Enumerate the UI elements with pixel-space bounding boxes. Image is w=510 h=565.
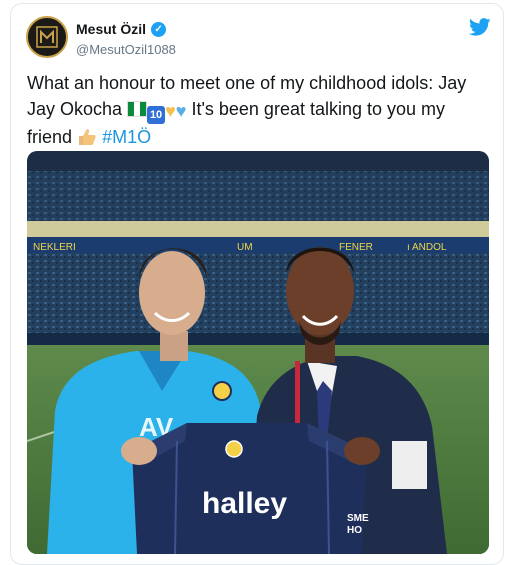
m10-logo-icon [36, 26, 58, 48]
tweet-photo[interactable]: NEKLERI UM FENER ı ANDOL AV halley SME H… [27, 151, 489, 554]
verified-badge-icon: ✓ [151, 21, 167, 37]
avatar[interactable] [26, 16, 68, 58]
keycap-10-icon: 10 [147, 106, 166, 124]
author-name[interactable]: Mesut Özil [76, 21, 146, 37]
stadium-sign-3: FENER [339, 242, 373, 253]
jersey-side-text-1: SME [347, 513, 369, 524]
thumbs-up-icon [79, 129, 96, 145]
stadium-sign-2: UM [237, 242, 253, 253]
stadium-sign-1: NEKLERI [33, 242, 76, 253]
tweet-text: What an honour to meet one of my childho… [27, 70, 492, 150]
yellow-heart-icon: ♥ [165, 101, 176, 121]
nigeria-flag-icon [127, 101, 148, 117]
stadium-sign-4: ı ANDOL [407, 242, 447, 253]
tweet-card[interactable]: Mesut Özil ✓ @MesutOzil1088 What an hono… [10, 3, 504, 565]
blue-heart-icon: ♥ [175, 101, 187, 121]
jersey-side-text-2: HO [347, 525, 362, 536]
author-handle[interactable]: @MesutOzil1088 [76, 42, 176, 57]
twitter-bird-icon[interactable] [469, 18, 491, 36]
jersey-sponsor: halley [202, 487, 287, 520]
hashtag-link[interactable]: #M1Ö [102, 127, 151, 147]
stadium-photo: NEKLERI UM FENER ı ANDOL AV halley SME H… [27, 151, 489, 554]
